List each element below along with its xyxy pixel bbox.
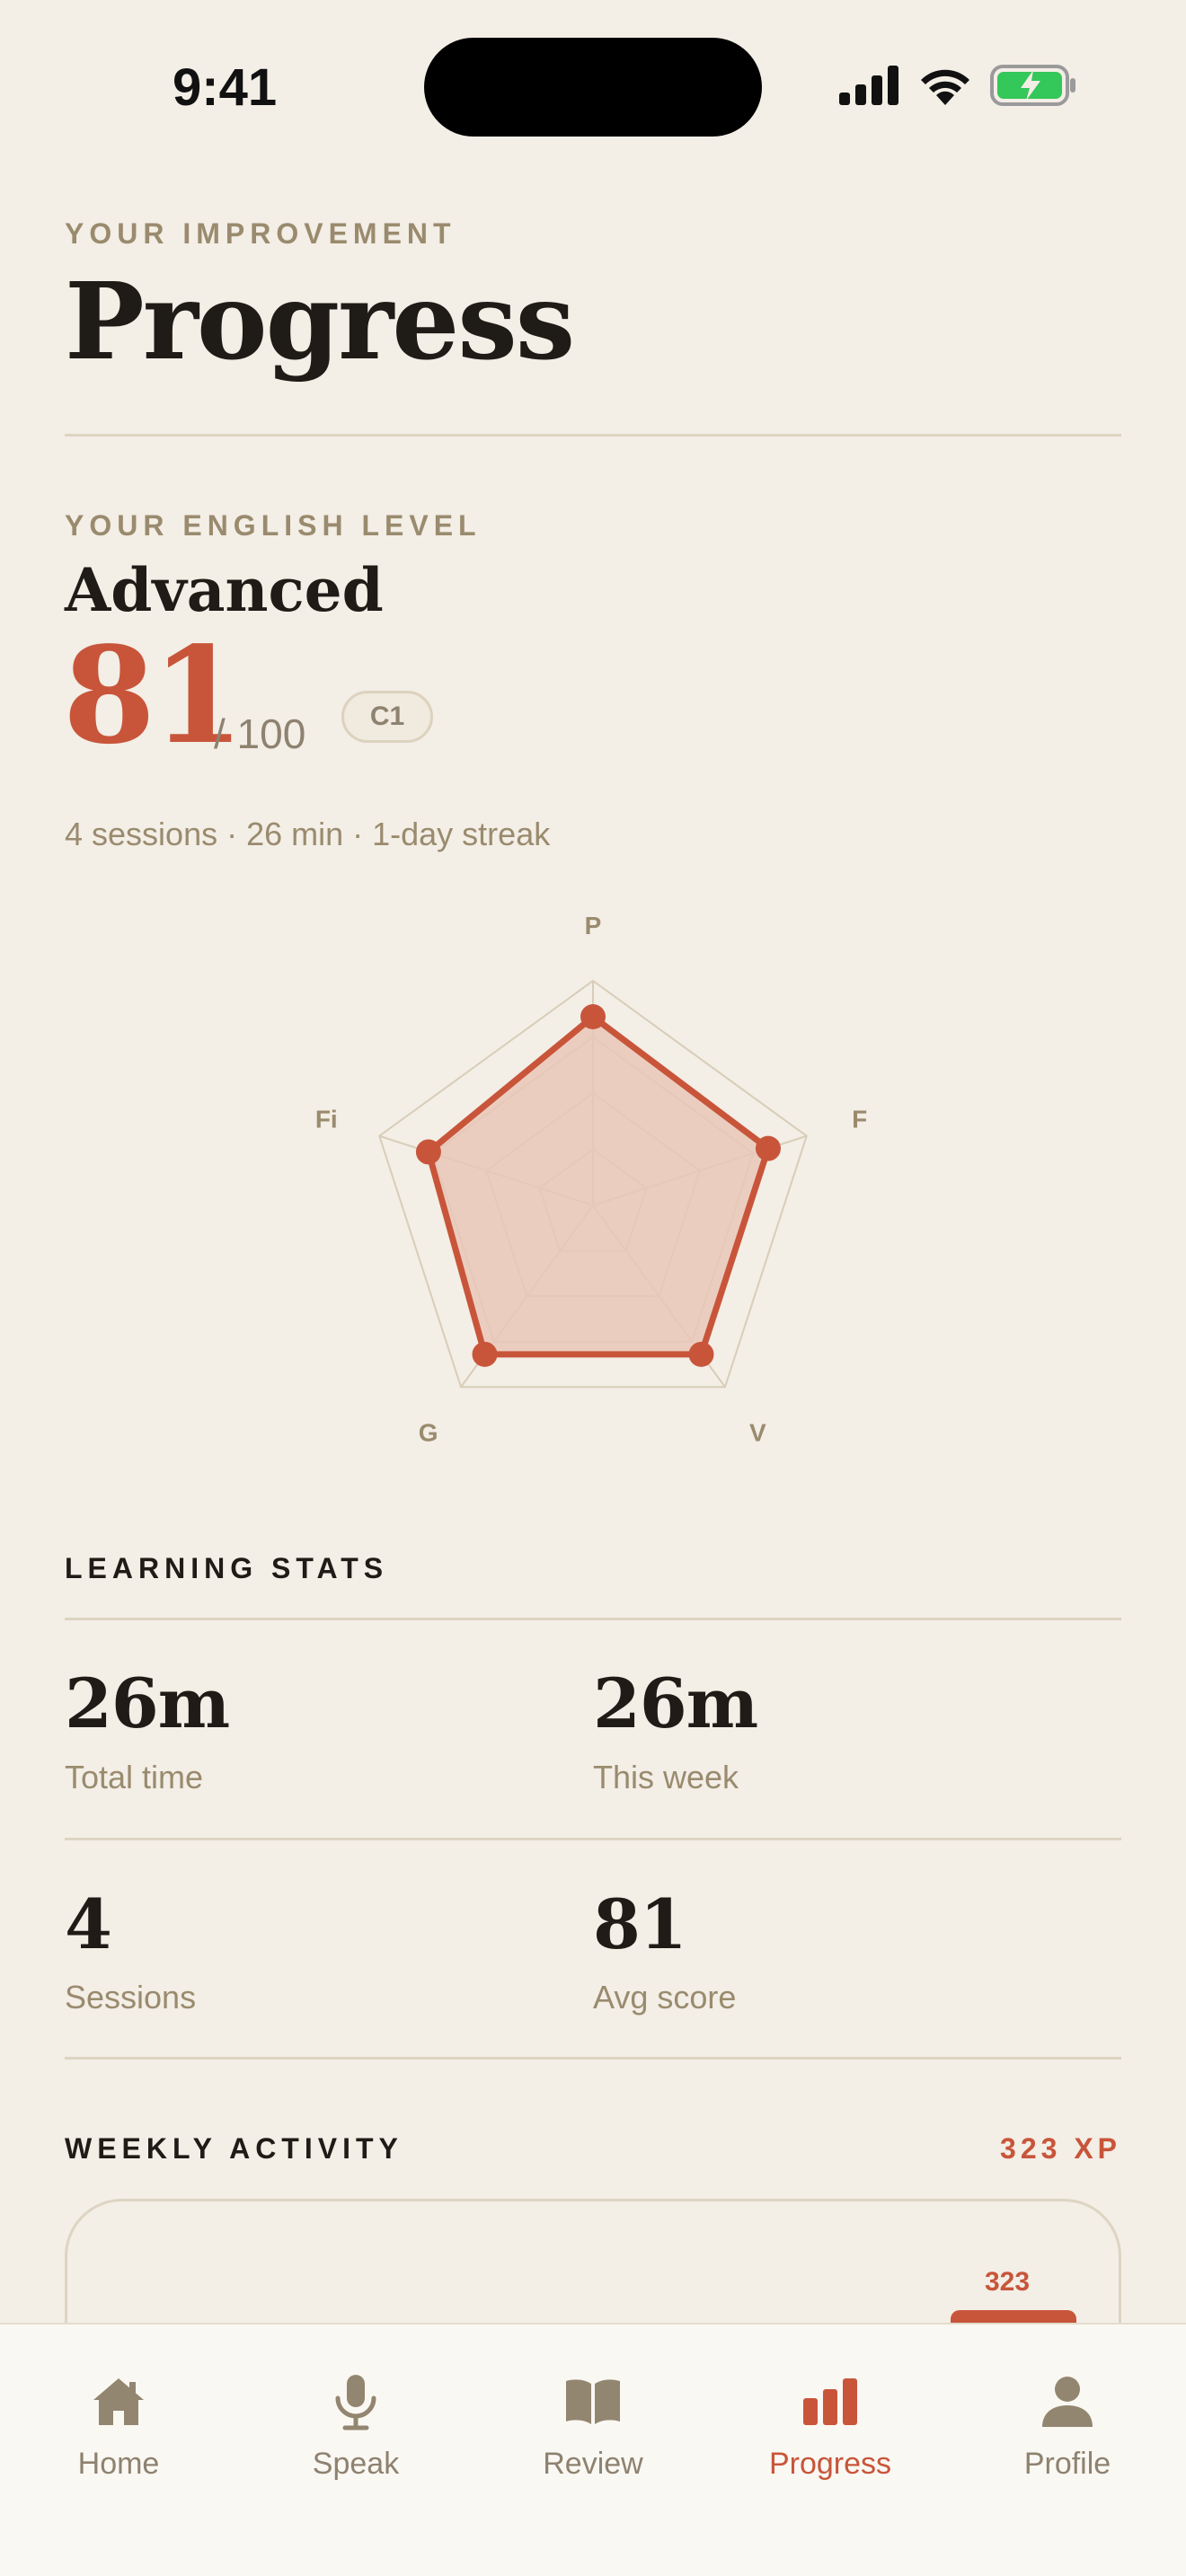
tab-profile[interactable]: Profile xyxy=(949,2369,1186,2504)
microphone-icon xyxy=(323,2369,388,2434)
book-icon xyxy=(561,2369,625,2434)
tab-profile-label: Profile xyxy=(1023,2447,1111,2481)
stat-sessions-value: 4 xyxy=(65,1884,112,1964)
wifi-icon xyxy=(921,69,969,105)
tab-speak[interactable]: Speak xyxy=(237,2369,474,2504)
page-title: Progress xyxy=(65,259,575,384)
house-icon xyxy=(86,2369,151,2434)
english-level-eyebrow: YOUR ENGLISH LEVEL xyxy=(65,509,482,542)
status-bar: 9:41 xyxy=(0,0,1186,171)
tab-progress[interactable]: Progress xyxy=(712,2369,949,2504)
stat-total-time-label: Total time xyxy=(65,1759,204,1795)
activity-bar-value: 323 xyxy=(985,2267,1031,2297)
radar-data-point xyxy=(688,1341,714,1367)
radar-data-point xyxy=(580,1004,606,1029)
improvement-eyebrow: YOUR IMPROVEMENT xyxy=(65,217,456,250)
status-icons xyxy=(839,63,1076,108)
stat-this-week-label: This week xyxy=(593,1759,739,1795)
battery-charging-icon xyxy=(990,65,1075,106)
stat-this-week-value: 26m xyxy=(593,1663,758,1743)
tab-review-label: Review xyxy=(543,2447,643,2481)
stat-avg-score-value: 81 xyxy=(593,1884,687,1964)
learning-stats-heading: LEARNING STATS xyxy=(65,1552,389,1584)
level-score-max: / 100 xyxy=(214,710,306,757)
tab-progress-label: Progress xyxy=(768,2447,892,2481)
radar-axis-label: V xyxy=(749,1418,766,1446)
stats-top-divider xyxy=(65,1618,1121,1620)
tab-review[interactable]: Review xyxy=(474,2369,712,2504)
stats-bottom-divider xyxy=(65,2057,1121,2060)
tab-home[interactable]: Home xyxy=(0,2369,237,2504)
radar-data-point xyxy=(472,1341,498,1367)
radar-axis-label: Fi xyxy=(315,1106,338,1134)
weekly-activity-heading: WEEKLY ACTIVITY xyxy=(65,2132,403,2165)
cellular-signal-icon xyxy=(839,66,898,105)
radar-data-point xyxy=(755,1135,781,1161)
weekly-xp-total: 323 XP xyxy=(1000,2132,1121,2165)
radar-data-point xyxy=(415,1139,441,1165)
tab-bar: Home Speak Review Progress Profile xyxy=(0,2323,1186,2576)
progress-screen: 9:41 YOUR IMPROVEMENT Progress YOUR ENGL… xyxy=(0,0,1186,2576)
tab-home-label: Home xyxy=(77,2447,160,2481)
status-time: 9:41 xyxy=(173,58,278,117)
radar-axis-label: P xyxy=(585,912,602,940)
skills-radar-chart: P F V G Fi xyxy=(315,912,867,1446)
person-icon xyxy=(1035,2369,1100,2434)
stats-middle-divider xyxy=(65,1838,1121,1840)
radar-axis-label: F xyxy=(852,1106,867,1134)
cefr-level-badge: C1 xyxy=(341,691,433,743)
session-summary: 4 sessions · 26 min · 1-day streak xyxy=(65,816,551,852)
header-divider xyxy=(65,434,1121,437)
tab-speak-label: Speak xyxy=(312,2447,400,2481)
stat-avg-score-label: Avg score xyxy=(593,1979,737,2016)
radar-axis-label: G xyxy=(419,1418,438,1446)
stat-total-time-value: 26m xyxy=(65,1663,230,1743)
radar-series-area xyxy=(425,1013,772,1358)
level-name: Advanced xyxy=(65,555,384,625)
bar-chart-icon xyxy=(798,2369,863,2434)
dynamic-island xyxy=(424,38,762,137)
stat-sessions-label: Sessions xyxy=(65,1979,197,2016)
